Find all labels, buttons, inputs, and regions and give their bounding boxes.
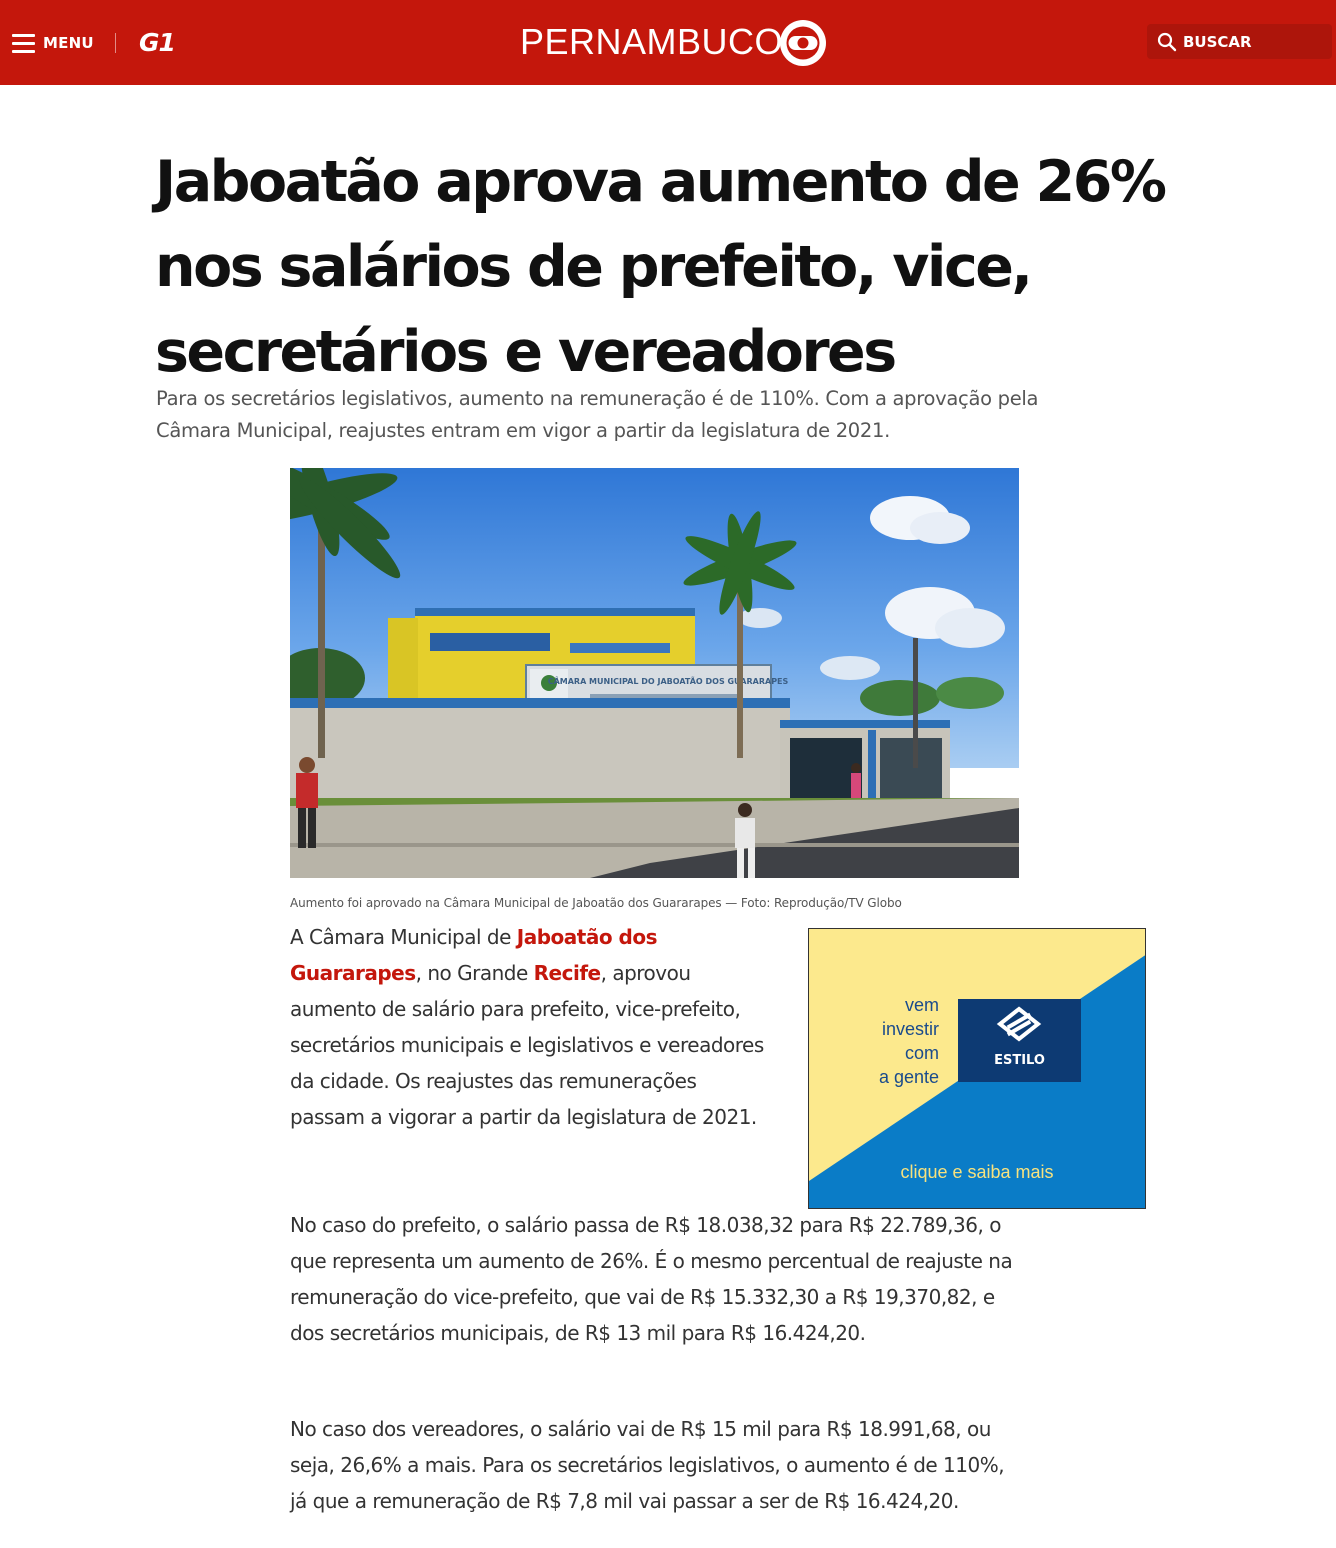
menu-button[interactable]: MENU [12,30,94,56]
ad-banner[interactable]: vem investir com a gente ESTILO clique e… [808,928,1146,1209]
search-icon [1157,32,1177,51]
top-bar: MENU G1 PERNAMBUCO BUSCAR [0,0,1336,85]
article-photo[interactable]: CÂMARA MUNICIPAL DO JABOATÃO DOS GUARARA… [290,468,1019,878]
photo-caption: Aumento foi aprovado na Câmara Municipal… [290,896,902,910]
article-paragraph-3: No caso dos vereadores, o salário vai de… [290,1417,1005,1513]
bank-logo [958,999,1081,1082]
search-button[interactable]: BUSCAR [1147,24,1332,59]
article-subtitle: Para os secretários legislativos, aument… [156,387,1039,442]
globo-logo-icon [780,20,826,66]
menu-label: MENU [43,34,94,52]
bank-logo-icon [996,1006,1042,1042]
ad-brand: ESTILO [994,1053,1045,1068]
g1-logo[interactable]: G1 [139,28,176,57]
article-paragraph-1: A Câmara Municipal de Jaboatão dos Guara… [290,925,764,1129]
section-title[interactable]: PERNAMBUCO [520,21,783,63]
hamburger-icon [12,33,35,53]
ad-cta[interactable]: clique e saiba mais [809,1162,1145,1183]
ad-text: vem investir com a gente [878,995,939,1087]
article-paragraph-2: No caso do prefeito, o salário passa de … [290,1213,1013,1345]
header-divider [115,33,116,53]
building-sign-text: CÂMARA MUNICIPAL DO JABOATÃO DOS GUARARA… [548,675,789,686]
link-recife[interactable]: Recife [534,961,601,985]
article-headline: Jaboatão aprova aumento de 26% nos salár… [155,149,1167,385]
search-label: BUSCAR [1183,32,1252,51]
